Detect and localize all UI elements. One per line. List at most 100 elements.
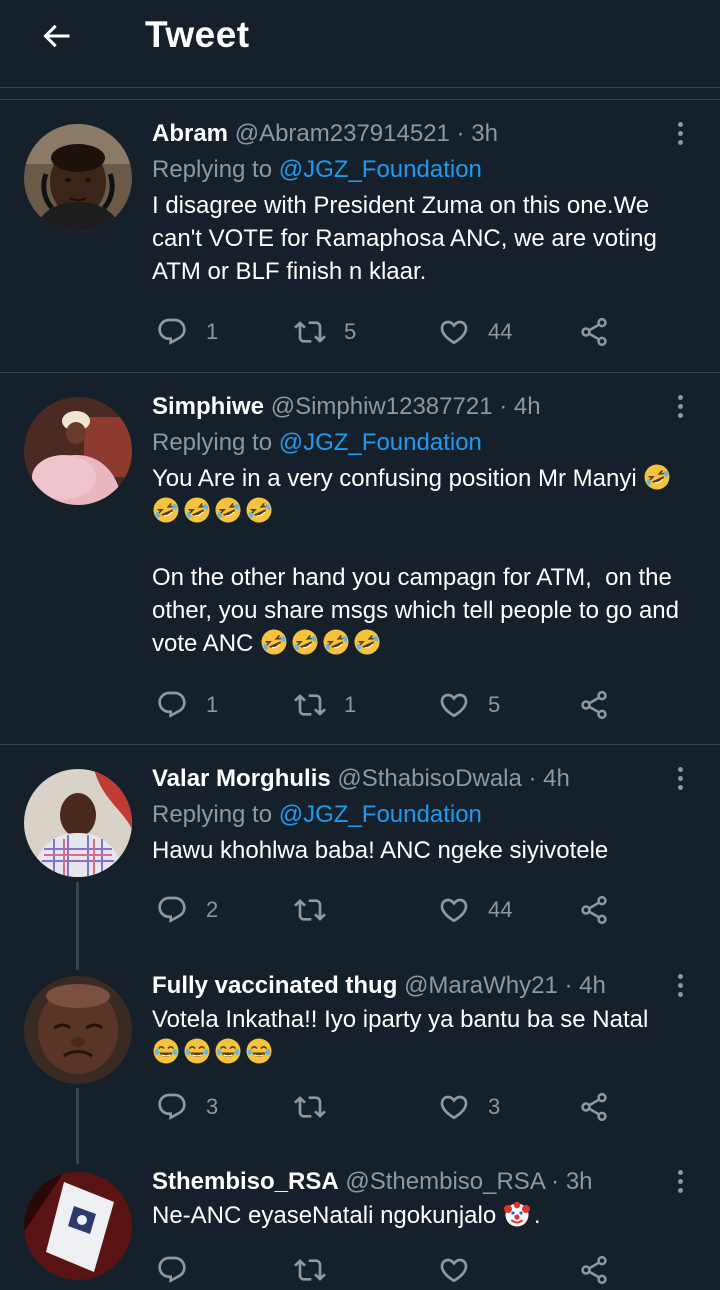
timestamp[interactable]: 4h [514,393,541,420]
tweet[interactable]: Sthembiso_RSA @Sthembiso_RSA · 3h Ne-ANC… [0,1148,720,1288]
like-button[interactable]: 3 [438,1087,500,1127]
share-button[interactable] [578,1250,610,1290]
reply-button[interactable]: 1 [156,685,218,725]
user-handle[interactable]: @Abram237914521 [235,120,450,147]
reply-icon [156,689,188,721]
like-button[interactable]: 44 [438,890,512,930]
display-name[interactable]: Valar Morghulis [152,765,331,792]
share-icon [578,894,610,926]
retweet-button[interactable]: 5 [294,312,356,352]
like-icon [438,1091,470,1123]
display-name[interactable]: Abram [152,120,228,147]
more-icon [677,394,683,400]
reply-icon [156,1091,188,1123]
reply-button[interactable]: 2 [156,890,218,930]
mention-link[interactable]: @JGZ_Foundation [279,429,482,456]
back-button[interactable] [34,14,78,58]
tweet-header: Simphiwe @Simphiw12387721 · 4h [152,392,700,422]
tweet-text-paragraph: On the other hand you campagn for ATM, o… [152,564,686,657]
rofl-emoji [643,463,671,491]
like-button[interactable]: 5 [438,685,500,725]
user-handle[interactable]: @MaraWhy21 [404,972,558,999]
more-options-button[interactable] [668,118,692,148]
replying-to: Replying to @JGZ_Foundation [152,428,700,458]
reply-count: 3 [206,1094,219,1119]
user-handle[interactable]: @Simphiw12387721 [271,393,493,420]
joy-emoji [183,1037,211,1065]
replying-to: Replying to @JGZ_Foundation [152,800,700,830]
reply-icon [156,316,188,348]
reply-button[interactable]: 1 [156,312,218,352]
more-options-button[interactable] [668,763,692,793]
reply-button[interactable] [156,1250,188,1290]
display-name[interactable]: Fully vaccinated thug [152,972,397,999]
tweet-text: Votela Inkatha!! Iyo iparty ya bantu ba … [152,1003,700,1069]
retweet-icon [294,689,326,721]
tweet-header: Abram @Abram237914521 · 3h [152,119,700,149]
user-handle[interactable]: @SthabisoDwala [337,765,521,792]
more-options-button[interactable] [668,970,692,1000]
more-options-button[interactable] [668,1166,692,1196]
page-title: Tweet [145,14,250,55]
tweet[interactable]: Simphiwe @Simphiw12387721 · 4h Replying … [0,373,720,743]
tweet[interactable]: Valar Morghulis @SthabisoDwala · 4h Repl… [0,745,720,950]
tweet[interactable]: Abram @Abram237914521 · 3h Replying to @… [0,100,720,372]
reply-icon [156,1254,188,1286]
rofl-emoji [291,628,319,656]
tweet-text: Ne-ANC eyaseNatali ngokunjalo . [152,1202,541,1229]
avatar[interactable] [24,1172,132,1280]
share-button[interactable] [578,685,610,725]
display-name[interactable]: Sthembiso_RSA [152,1168,339,1195]
rofl-emoji [260,628,288,656]
joy-emoji [152,1037,180,1065]
tweet-text: You Are in a very confusing position Mr … [152,462,700,660]
replying-to: Replying to @JGZ_Foundation [152,155,700,185]
avatar[interactable] [24,976,132,1084]
share-icon [578,689,610,721]
retweet-count: 1 [344,692,357,717]
retweet-icon [294,1254,326,1286]
retweet-button[interactable]: 1 [294,685,356,725]
more-icon [677,121,683,127]
retweet-button[interactable] [294,1250,326,1290]
retweet-icon [294,1091,326,1123]
retweet-icon [294,316,326,348]
mention-link[interactable]: @JGZ_Foundation [279,801,482,828]
rofl-emoji [183,496,211,524]
like-icon [438,1254,470,1286]
user-handle[interactable]: @Sthembiso_RSA [345,1168,544,1195]
mention-link[interactable]: @JGZ_Foundation [279,156,482,183]
separator-dot: · [544,1168,566,1195]
more-options-button[interactable] [668,391,692,421]
tweet-content: Sthembiso_RSA @Sthembiso_RSA · 3h Ne-ANC… [152,1167,700,1232]
retweet-button[interactable] [294,1087,344,1127]
timestamp[interactable]: 4h [579,972,606,999]
reply-button[interactable]: 3 [156,1087,218,1127]
tweet-actions: 2 44 [152,890,700,930]
share-button[interactable] [578,312,610,352]
like-button[interactable]: 44 [438,312,512,352]
top-app-bar: Tweet [0,0,720,88]
tweet-header: Sthembiso_RSA @Sthembiso_RSA · 3h [152,1167,700,1197]
rofl-emoji [245,496,273,524]
like-button[interactable] [438,1250,470,1290]
rofl-emoji [152,496,180,524]
separator-dot: · [557,972,580,999]
display-name[interactable]: Simphiwe [152,393,264,420]
more-icon [677,1169,683,1175]
timestamp[interactable]: 4h [543,765,570,792]
share-button[interactable] [578,1087,610,1127]
more-icon [677,973,683,979]
avatar[interactable] [24,769,132,877]
tweet[interactable]: Fully vaccinated thug @MaraWhy21 · 4h Vo… [0,952,720,1147]
avatar[interactable] [24,124,132,232]
reply-count: 1 [206,692,219,717]
avatar[interactable] [24,397,132,505]
timestamp[interactable]: 3h [566,1168,593,1195]
tweet-text-line: You Are in a very confusing position Mr … [152,465,637,492]
rofl-emoji [214,496,242,524]
share-button[interactable] [578,890,610,930]
retweet-button[interactable] [294,890,344,930]
like-count: 44 [488,897,513,922]
timestamp[interactable]: 3h [471,120,498,147]
